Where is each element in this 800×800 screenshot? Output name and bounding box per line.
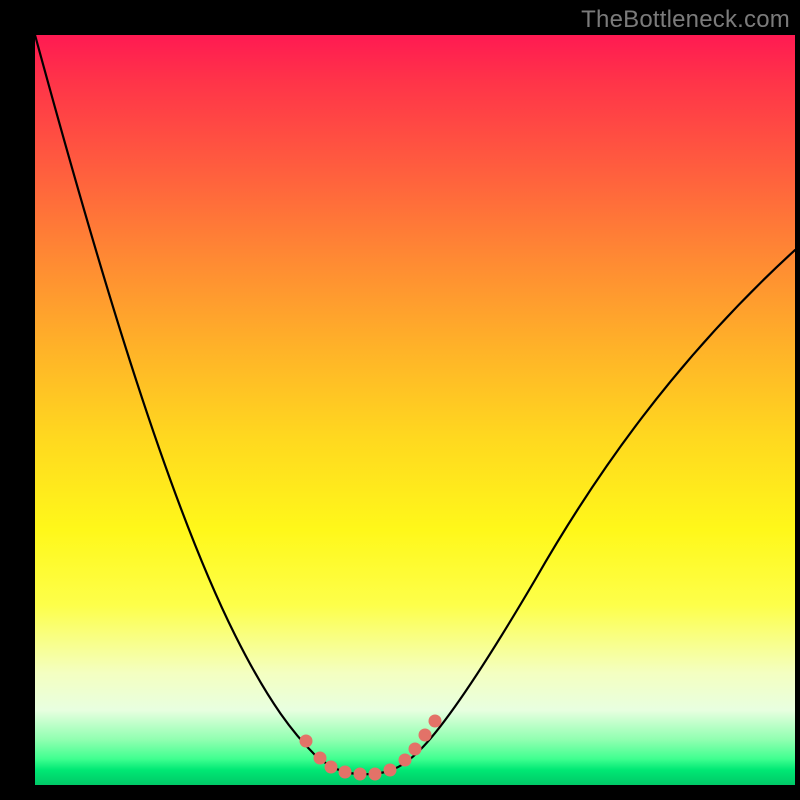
data-marker xyxy=(419,729,432,742)
watermark-text: TheBottleneck.com xyxy=(581,6,790,34)
curve-layer xyxy=(35,35,795,774)
markers-layer xyxy=(300,715,442,781)
chart-svg xyxy=(35,35,795,785)
data-marker xyxy=(325,761,338,774)
data-marker xyxy=(354,768,367,781)
curve-path xyxy=(35,35,795,774)
data-marker xyxy=(369,768,382,781)
chart-frame: TheBottleneck.com xyxy=(0,0,800,800)
data-marker xyxy=(339,766,352,779)
plot-area xyxy=(35,35,795,785)
data-marker xyxy=(384,764,397,777)
data-marker xyxy=(314,752,327,765)
data-marker xyxy=(429,715,442,728)
data-marker xyxy=(300,735,313,748)
data-marker xyxy=(409,743,422,756)
data-marker xyxy=(399,754,412,767)
